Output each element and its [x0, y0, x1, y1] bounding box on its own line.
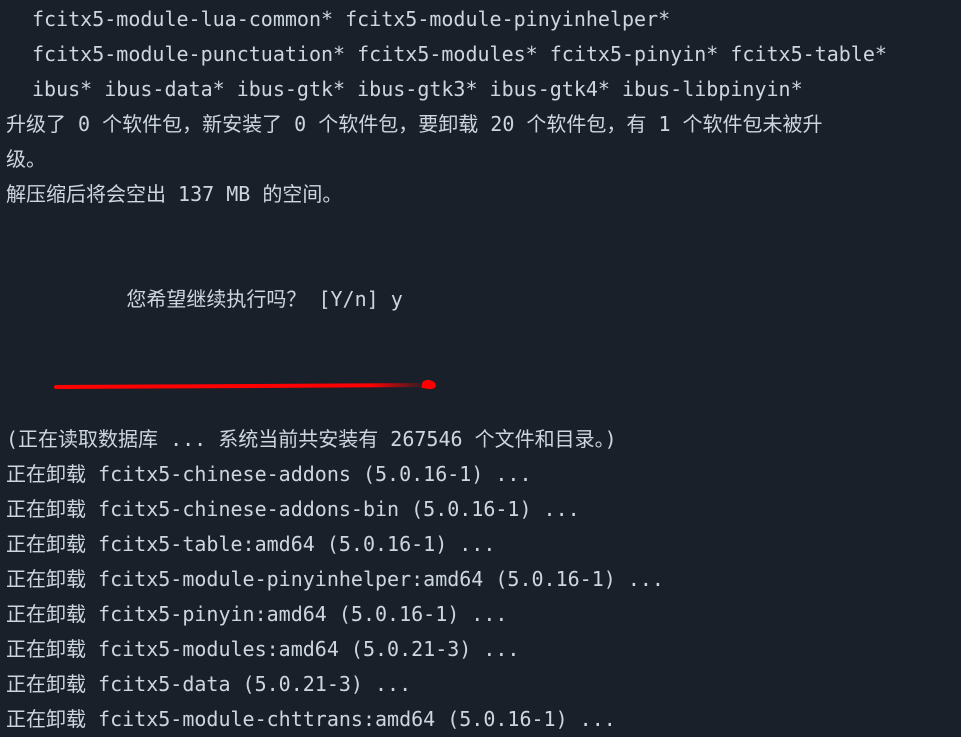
- confirm-prompt-line: 您希望继续执行吗？ [Y/n] y: [6, 212, 961, 422]
- removing-package-line: 正在卸载 fcitx5-table:amd64 (5.0.16-1) ...: [6, 527, 961, 562]
- removing-package-line: 正在卸载 fcitx5-chinese-addons-bin (5.0.16-1…: [6, 492, 961, 527]
- removing-package-line: 正在卸载 fcitx5-pinyin:amd64 (5.0.16-1) ...: [6, 597, 961, 632]
- removing-package-line: 正在卸载 fcitx5-data (5.0.21-3) ...: [6, 667, 961, 702]
- upgrade-summary-line: 升级了 0 个软件包，新安装了 0 个软件包，要卸载 20 个软件包，有 1 个…: [6, 107, 961, 142]
- package-list-line: fcitx5-module-lua-common* fcitx5-module-…: [6, 2, 961, 37]
- prompt-question: 您希望继续执行吗？ [Y/n]: [126, 287, 390, 311]
- removing-package-line: 正在卸载 fcitx5-module-chttrans:amd64 (5.0.1…: [6, 702, 961, 737]
- removing-package-line: 正在卸载 fcitx5-chinese-addons (5.0.16-1) ..…: [6, 457, 961, 492]
- red-underline-annotation: [54, 383, 428, 389]
- terminal-output[interactable]: fcitx5-module-lua-common* fcitx5-module-…: [0, 0, 961, 737]
- removing-package-line: 正在卸载 fcitx5-modules:amd64 (5.0.21-3) ...: [6, 632, 961, 667]
- package-list-line: fcitx5-module-punctuation* fcitx5-module…: [6, 37, 961, 72]
- package-list-line: ibus* ibus-data* ibus-gtk* ibus-gtk3* ib…: [6, 72, 961, 107]
- space-freed-line: 解压缩后将会空出 137 MB 的空间。: [6, 177, 961, 212]
- removing-package-line: 正在卸载 fcitx5-module-pinyinhelper:amd64 (5…: [6, 562, 961, 597]
- upgrade-summary-line: 级。: [6, 142, 961, 177]
- reading-database-line: (正在读取数据库 ... 系统当前共安装有 267546 个文件和目录。): [6, 422, 961, 457]
- user-input: y: [391, 287, 403, 311]
